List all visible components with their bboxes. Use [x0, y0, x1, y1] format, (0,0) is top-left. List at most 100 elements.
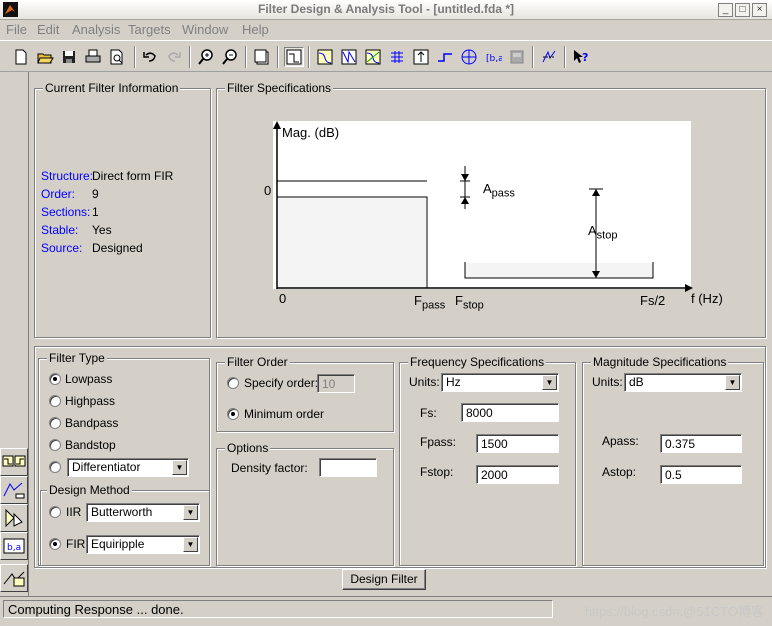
minimum-order-radio[interactable] — [227, 408, 239, 420]
menu-analysis[interactable]: Analysis — [72, 22, 120, 37]
full-view-icon[interactable] — [252, 47, 272, 67]
close-button[interactable]: × — [752, 3, 767, 17]
astop-input-label: Astop: — [602, 465, 637, 479]
specify-order-radio[interactable] — [227, 377, 239, 389]
fir-radio[interactable] — [49, 538, 61, 550]
source-label: Source: — [41, 241, 83, 255]
filter-coefficients-icon[interactable]: [b,a] — [483, 47, 503, 67]
iir-method-select[interactable]: Butterworth ▼ — [86, 503, 200, 522]
apass-arrow-down — [461, 174, 469, 181]
stable-value: Yes — [92, 223, 112, 237]
menu-file[interactable]: File — [6, 22, 27, 37]
new-icon[interactable] — [11, 47, 31, 67]
current-filter-info-panel: Current Filter Information Structure: Di… — [34, 81, 211, 338]
transform-filter-icon[interactable] — [0, 476, 28, 504]
open-icon[interactable] — [35, 47, 55, 67]
design-method-panel: Design Method IIR Butterworth ▼ FIR Equir… — [40, 483, 210, 566]
fpass-input[interactable] — [476, 434, 559, 453]
impulse-response-icon[interactable] — [411, 47, 431, 67]
fpass-label: Fpass — [414, 293, 446, 312]
maximize-button[interactable]: □ — [735, 3, 750, 17]
specify-order-input[interactable] — [317, 374, 355, 393]
menu-edit[interactable]: Edit — [37, 22, 59, 37]
phase-response-icon[interactable] — [339, 47, 359, 67]
fs-half-label: Fs/2 — [640, 293, 666, 308]
design-filter-button[interactable]: Design Filter — [342, 569, 426, 590]
svg-text:b,a: b,a — [7, 543, 21, 553]
fs-input[interactable] — [461, 403, 559, 422]
apass-label: Apass — [483, 181, 515, 200]
filter-specs-panel: Filter Specifications Mag. (dB) 0 0 Fpas… — [216, 81, 766, 338]
toolbar-separator — [532, 46, 534, 68]
chevron-down-icon: ▼ — [183, 505, 198, 520]
y-axis-label: Mag. (dB) — [282, 125, 340, 140]
filter-specs-icon[interactable] — [284, 47, 304, 67]
menu-help[interactable]: Help — [242, 22, 269, 37]
stopband-region — [465, 263, 653, 278]
print-icon[interactable] — [83, 47, 103, 67]
chevron-down-icon: ▼ — [542, 375, 557, 390]
menu-targets[interactable]: Targets — [128, 22, 171, 37]
save-icon[interactable] — [59, 47, 79, 67]
filter-info-icon[interactable] — [507, 47, 527, 67]
pole-zero-icon[interactable] — [459, 47, 479, 67]
fir-method-select[interactable]: Equiripple ▼ — [86, 535, 200, 554]
order-label: Order: — [41, 187, 76, 201]
frequency-specs-panel: Frequency Specifications Units: Hz ▼ Fs: … — [399, 355, 576, 566]
toolbar-separator — [277, 46, 279, 68]
options-panel: Options Density factor: — [216, 441, 394, 566]
minimize-button[interactable]: _ — [718, 3, 733, 17]
fstop-input[interactable] — [476, 465, 559, 484]
toolbar-separator — [189, 46, 191, 68]
passband-region — [278, 198, 426, 288]
filter-order-title: Filter Order — [225, 355, 290, 369]
options-title: Options — [225, 441, 271, 455]
filter-type-select[interactable]: Differentiator ▼ — [67, 458, 189, 477]
iir-radio[interactable] — [49, 506, 61, 518]
toolbar-separator — [308, 46, 310, 68]
x-zero-label: 0 — [279, 291, 287, 306]
astop-input[interactable] — [660, 465, 742, 484]
chevron-down-icon: ▼ — [725, 375, 740, 390]
zoom-in-icon[interactable] — [196, 47, 216, 67]
menu-window[interactable]: Window — [182, 22, 228, 37]
bandstop-radio[interactable] — [49, 439, 61, 451]
iir-label: IIR — [66, 505, 82, 519]
zoom-out-icon[interactable] — [220, 47, 240, 67]
undo-icon[interactable] — [140, 47, 160, 67]
import-filter-icon[interactable]: b,a — [0, 532, 28, 560]
toolbar-separator — [245, 46, 247, 68]
bandpass-radio[interactable] — [49, 417, 61, 429]
freq-units-select[interactable]: Hz ▼ — [441, 373, 559, 392]
chevron-down-icon: ▼ — [172, 460, 187, 475]
density-factor-input[interactable] — [319, 458, 377, 477]
whats-this-icon[interactable]: ? — [571, 47, 591, 67]
magnitude-specs-title: Magnitude Specifications — [591, 355, 729, 369]
astop-label: Astop — [588, 223, 618, 242]
print-preview-icon[interactable] — [107, 47, 127, 67]
toolbar: [b,a] ? — [0, 40, 772, 72]
realize-model-icon[interactable] — [0, 504, 28, 532]
minimum-order-label: Minimum order — [244, 407, 325, 421]
lowpass-radio[interactable] — [49, 373, 61, 385]
step-response-icon[interactable] — [435, 47, 455, 67]
filter-order-panel: Filter Order Specify order: Minimum orde… — [216, 355, 394, 432]
apass-input[interactable] — [660, 434, 742, 453]
toolbar-separator — [134, 46, 136, 68]
density-factor-label: Density factor: — [231, 461, 308, 475]
other-type-radio[interactable] — [49, 461, 61, 473]
magnitude-response-icon[interactable] — [315, 47, 335, 67]
legend-icon[interactable] — [539, 47, 559, 67]
design-filter-panel-icon[interactable] — [0, 448, 28, 476]
highpass-radio[interactable] — [49, 395, 61, 407]
astop-arrow-up — [592, 189, 600, 196]
mag-units-select[interactable]: dB ▼ — [624, 373, 742, 392]
y-zero-label: 0 — [264, 183, 272, 198]
pole-zero-editor-icon[interactable] — [0, 564, 28, 592]
stable-label: Stable: — [41, 223, 79, 237]
window-title: Filter Design & Analysis Tool - [untitle… — [257, 2, 514, 16]
group-delay-icon[interactable] — [387, 47, 407, 67]
status-bar: Computing Response ... done. https://blo… — [0, 596, 772, 620]
mag-phase-icon[interactable] — [363, 47, 383, 67]
redo-icon[interactable] — [164, 47, 184, 67]
